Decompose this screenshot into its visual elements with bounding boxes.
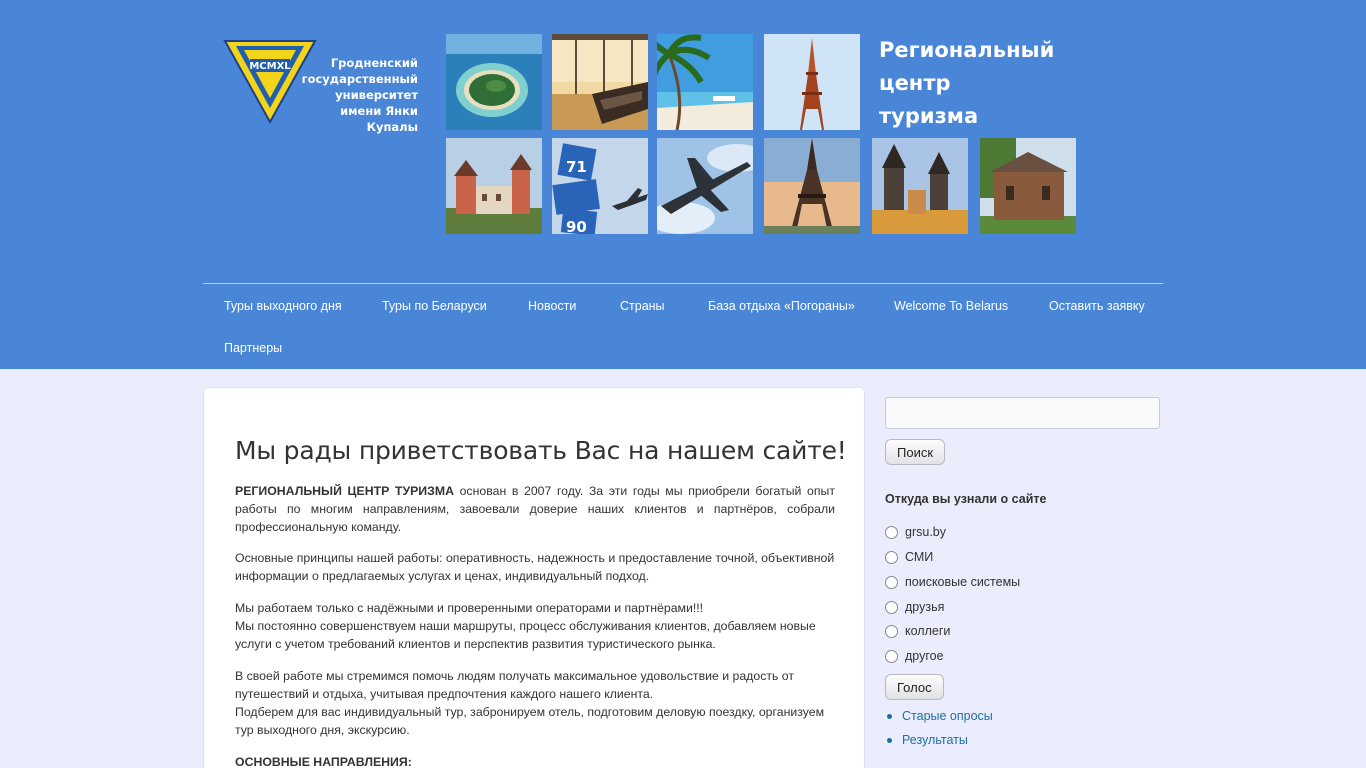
university-name-line: университет (335, 88, 418, 102)
poll-title: Откуда вы узнали о сайте (885, 492, 1047, 506)
nav-item-belarus-tours[interactable]: Туры по Беларуси (382, 299, 487, 313)
partners-line: Мы работаем только с надёжными и провере… (235, 601, 704, 615)
logo-emblem-text: MCMXL (249, 61, 291, 72)
poll-option-friends[interactable]: друзья (885, 600, 944, 614)
vote-button[interactable]: Голос (885, 674, 944, 700)
poll-option-other[interactable]: другое (885, 649, 944, 663)
photo-airplane (657, 138, 753, 234)
poll-option-label: коллеги (905, 624, 951, 638)
region-center-title: Региональный центр туризма (879, 34, 1099, 133)
nav-item-countries[interactable]: Страны (620, 299, 665, 313)
university-name-line: Гродненский (330, 56, 418, 70)
poll-option-media[interactable]: СМИ (885, 550, 933, 564)
photo-old-church (980, 138, 1076, 234)
old-polls-link[interactable]: Старые опросы (887, 709, 993, 723)
radio-button[interactable] (885, 550, 898, 564)
directions-heading-text: ОСНОВНЫЕ НАПРАВЛЕНИЯ: (235, 755, 412, 768)
svg-text:90: 90 (566, 218, 587, 234)
poll-option-label: другое (905, 649, 944, 663)
main-content: Мы рады приветствовать Вас на нашем сайт… (203, 387, 865, 768)
nav-item-news[interactable]: Новости (528, 299, 576, 313)
photo-highway-signs: 71 90 (552, 138, 648, 234)
photo-eiffel-tower-evening (764, 138, 860, 234)
poll-option-label: grsu.by (905, 525, 946, 539)
bullet-icon (887, 713, 892, 719)
photo-mir-castle (446, 138, 542, 234)
center-name: РЕГИОНАЛЬНЫЙ ЦЕНТР ТУРИЗМА (235, 484, 454, 498)
photo-eiffel-tower-sky (764, 34, 860, 130)
radio-button[interactable] (885, 649, 898, 663)
nav-item-partners[interactable]: Партнеры (224, 341, 282, 355)
bullet-icon (887, 737, 892, 743)
partners-paragraph: Мы работаем только с надёжными и провере… (235, 599, 835, 653)
services-line: Подберем для вас индивидуальный тур, заб… (235, 705, 825, 737)
nav-item-pogorany-base[interactable]: База отдыха «Погораны» (708, 299, 855, 313)
nav-item-weekend-tours[interactable]: Туры выходного дня (224, 299, 342, 313)
nav-item-welcome-belarus[interactable]: Welcome To Belarus (894, 299, 1008, 313)
photo-beach-palm (657, 34, 753, 130)
poll-option-grsu[interactable]: grsu.by (885, 525, 946, 539)
region-title-line: центр (879, 71, 951, 95)
intro-paragraph: РЕГИОНАЛЬНЫЙ ЦЕНТР ТУРИЗМА основан в 200… (235, 482, 835, 536)
university-logo[interactable]: MCMXL Гродненский государственный универ… (222, 38, 422, 134)
region-title-line: Региональный (879, 38, 1055, 62)
university-name: Гродненский государственный университет … (290, 55, 418, 135)
poll-option-label: СМИ (905, 550, 934, 564)
mission-paragraph: В своей работе мы стремимся помочь людям… (235, 667, 835, 739)
photo-prague-towers (872, 138, 968, 234)
results-link[interactable]: Результаты (887, 733, 968, 747)
poll-option-label: друзья (905, 600, 945, 614)
nav-divider (203, 283, 1163, 284)
mission-line: В своей работе мы стремимся помочь людям… (235, 669, 795, 701)
poll-option-label: поисковые системы (905, 575, 1021, 589)
directions-heading: ОСНОВНЫЕ НАПРАВЛЕНИЯ: (235, 753, 835, 768)
nav-item-leave-request[interactable]: Оставить заявку (1049, 299, 1145, 313)
radio-button[interactable] (885, 624, 898, 638)
poll-option-colleagues[interactable]: коллеги (885, 624, 950, 638)
university-name-line: государственный (301, 72, 418, 86)
principles-paragraph: Основные принципы нашей работы: оператив… (235, 551, 835, 583)
search-button[interactable]: Поиск (885, 439, 946, 465)
old-polls-label[interactable]: Старые опросы (902, 709, 993, 723)
svg-text:71: 71 (566, 158, 587, 176)
region-title-line: туризма (879, 104, 979, 128)
results-label[interactable]: Результаты (902, 733, 968, 747)
search-input[interactable] (885, 397, 1160, 429)
radio-button[interactable] (885, 575, 898, 589)
university-name-line: имени Янки Купалы (340, 104, 418, 134)
page-title: Мы рады приветствовать Вас на нашем сайт… (235, 436, 847, 465)
photo-airport-lounge (552, 34, 648, 130)
poll-option-search-engines[interactable]: поисковые системы (885, 575, 1020, 589)
site-header: MCMXL Гродненский государственный универ… (0, 0, 1366, 369)
improvement-line: Мы постоянно совершенствуем наши маршрут… (235, 619, 816, 651)
photo-island (446, 34, 542, 130)
radio-button[interactable] (885, 525, 898, 539)
radio-button[interactable] (885, 600, 898, 614)
